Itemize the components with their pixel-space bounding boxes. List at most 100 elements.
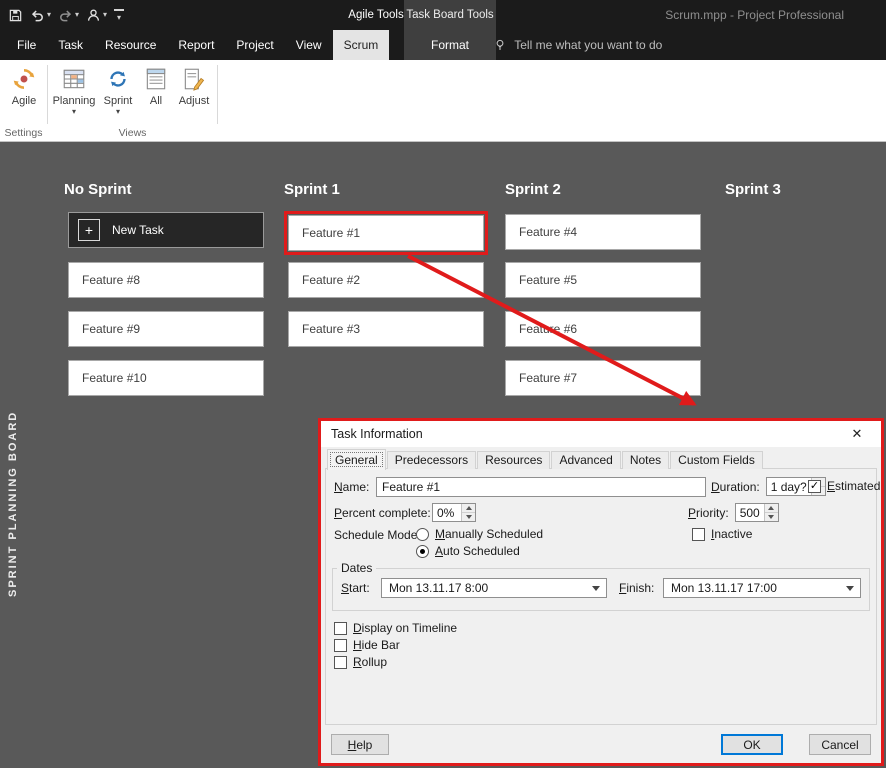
agile-button-label: Agile xyxy=(12,95,36,107)
duration-value: 1 day? xyxy=(767,478,811,495)
tab-view[interactable]: View xyxy=(285,30,333,60)
undo-button[interactable]: ▾ xyxy=(30,8,51,23)
schedule-mode-label: Schedule Mode: xyxy=(334,528,421,542)
hide-bar-row[interactable]: Hide Bar xyxy=(334,638,400,652)
tab-task[interactable]: Task xyxy=(47,30,94,60)
chevron-down-icon: ▾ xyxy=(103,11,107,19)
task-card[interactable]: Feature #7 xyxy=(505,360,701,396)
task-card-highlighted[interactable]: Feature #1 xyxy=(288,215,484,251)
auto-scheduled-option[interactable]: Auto Scheduled xyxy=(416,544,520,558)
manually-scheduled-label: Manually Scheduled xyxy=(435,527,543,541)
dialog-footer: Help OK Cancel xyxy=(331,734,871,755)
schedule-mode-label-row: Schedule Mode: xyxy=(334,528,421,542)
adjust-button-label: Adjust xyxy=(179,95,210,107)
task-card[interactable]: Feature #10 xyxy=(68,360,264,396)
display-on-timeline-row[interactable]: Display on Timeline xyxy=(334,621,457,635)
task-card[interactable]: Feature #2 xyxy=(288,262,484,298)
manually-scheduled-option[interactable]: Manually Scheduled xyxy=(416,527,543,541)
tell-me-box[interactable]: Tell me what you want to do xyxy=(485,30,662,60)
chevron-down-icon: ▾ xyxy=(72,108,76,116)
task-card[interactable]: Feature #8 xyxy=(68,262,264,298)
tab-general[interactable]: General xyxy=(327,449,386,470)
new-task-button[interactable]: + New Task xyxy=(68,212,264,248)
percent-complete-spinner[interactable]: 0% xyxy=(432,503,476,522)
task-card[interactable]: Feature #9 xyxy=(68,311,264,347)
task-card[interactable]: Feature #4 xyxy=(505,214,701,250)
redo-button[interactable]: ▾ xyxy=(58,8,79,23)
spinner-arrows-icon[interactable] xyxy=(461,504,475,521)
ribbon-group-divider xyxy=(47,65,48,124)
rollup-row[interactable]: Rollup xyxy=(334,655,387,669)
chevron-down-icon xyxy=(846,586,854,591)
ok-button-label: OK xyxy=(743,738,760,752)
finish-label: Finish: xyxy=(619,581,657,595)
quick-access-toolbar: ▾ ▾ ▾ ▾ xyxy=(8,0,124,30)
customize-quick-access-toolbar-button[interactable]: ▾ xyxy=(114,9,124,22)
cancel-button[interactable]: Cancel xyxy=(809,734,871,755)
finish-date-combobox[interactable]: Mon 13.11.17 17:00 xyxy=(663,578,861,598)
dates-group-label: Dates xyxy=(337,561,376,575)
tab-resources[interactable]: Resources xyxy=(477,451,550,469)
auto-scheduled-radio[interactable] xyxy=(416,545,429,558)
priority-spinner[interactable]: 500 xyxy=(735,503,779,522)
name-input[interactable] xyxy=(376,477,706,497)
save-button[interactable] xyxy=(8,8,23,23)
tab-report[interactable]: Report xyxy=(167,30,225,60)
duration-label: Duration: xyxy=(711,480,760,494)
hide-bar-checkbox[interactable] xyxy=(334,639,347,652)
tab-file[interactable]: File xyxy=(6,30,47,60)
help-button[interactable]: Help xyxy=(331,734,389,755)
sprint-button[interactable]: Sprint ▾ xyxy=(99,64,137,126)
start-label: Start: xyxy=(341,581,375,595)
spinner-arrows-icon[interactable] xyxy=(764,504,778,521)
task-card[interactable]: Feature #5 xyxy=(505,262,701,298)
tab-project[interactable]: Project xyxy=(225,30,284,60)
tab-custom-fields[interactable]: Custom Fields xyxy=(670,451,763,469)
close-icon[interactable]: ✕ xyxy=(843,421,871,447)
start-date-value: Mon 13.11.17 8:00 xyxy=(389,581,488,595)
rollup-checkbox[interactable] xyxy=(334,656,347,669)
account-button[interactable]: ▾ xyxy=(86,8,107,23)
chevron-down-icon: ▾ xyxy=(116,108,120,116)
hide-bar-label: Hide Bar xyxy=(353,638,400,652)
start-date-combobox[interactable]: Mon 13.11.17 8:00 xyxy=(381,578,607,598)
all-button-label: All xyxy=(150,95,162,107)
rollup-label: Rollup xyxy=(353,655,387,669)
display-on-timeline-checkbox[interactable] xyxy=(334,622,347,635)
chevron-down-icon: ▾ xyxy=(117,14,121,22)
estimated-checkbox[interactable]: ✓ xyxy=(808,480,821,493)
agile-gear-icon xyxy=(11,66,37,92)
chevron-down-icon xyxy=(592,586,600,591)
dialog-title: Task Information xyxy=(331,427,423,441)
task-card[interactable]: Feature #3 xyxy=(288,311,484,347)
tab-resource[interactable]: Resource xyxy=(94,30,167,60)
person-icon xyxy=(86,8,101,23)
manually-scheduled-radio[interactable] xyxy=(416,528,429,541)
help-button-label: Help xyxy=(348,738,373,752)
chevron-down-icon: ▾ xyxy=(47,11,51,19)
ribbon: Agile Planning ▾ Sp xyxy=(0,60,886,142)
tab-advanced[interactable]: Advanced xyxy=(551,451,620,469)
adjust-button[interactable]: Adjust xyxy=(174,64,214,126)
dates-group: Dates Start: Mon 13.11.17 8:00 Finish: M… xyxy=(332,561,870,611)
tab-scrum[interactable]: Scrum xyxy=(333,30,390,60)
tab-notes[interactable]: Notes xyxy=(622,451,669,469)
estimated-checkbox-row[interactable]: ✓ Estimated xyxy=(808,479,880,493)
task-card[interactable]: Feature #6 xyxy=(505,311,701,347)
plus-icon: + xyxy=(78,219,100,241)
priority-row: Priority: 500 xyxy=(688,503,779,522)
inactive-checkbox-row[interactable]: Inactive xyxy=(692,527,752,541)
project-professional-window: ▾ ▾ ▾ ▾ Scrum.mpp - Project Professional… xyxy=(0,0,886,768)
column-header-no-sprint: No Sprint xyxy=(64,181,132,198)
tab-format[interactable]: Format xyxy=(404,30,496,60)
adjust-pencil-icon xyxy=(181,66,207,92)
inactive-label: Inactive xyxy=(711,527,752,541)
all-button[interactable]: All xyxy=(139,64,173,126)
view-name-sidebar: SPRINT PLANNING BOARD xyxy=(5,415,21,593)
ok-button[interactable]: OK xyxy=(721,734,783,755)
sprint-button-label: Sprint xyxy=(104,95,133,107)
agile-button[interactable]: Agile xyxy=(2,64,46,126)
tab-predecessors[interactable]: Predecessors xyxy=(387,451,476,469)
inactive-checkbox[interactable] xyxy=(692,528,705,541)
planning-button[interactable]: Planning ▾ xyxy=(51,64,97,126)
